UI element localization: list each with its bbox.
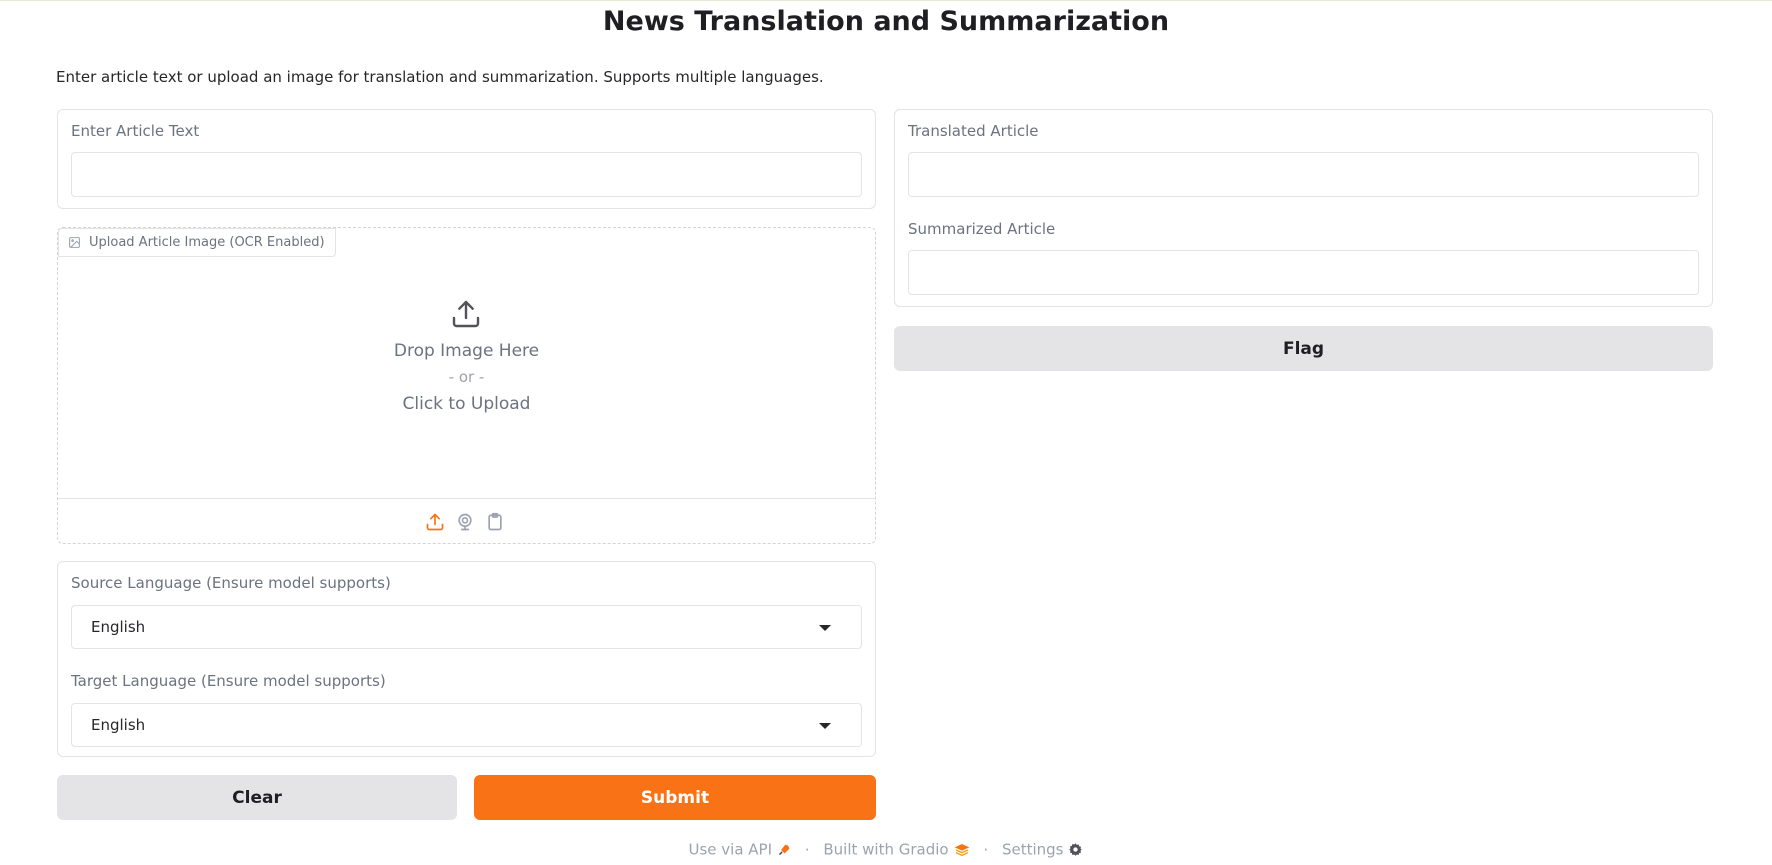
target-language-value: English bbox=[91, 716, 146, 734]
page-title: News Translation and Summarization bbox=[602, 6, 1170, 37]
target-language-select[interactable]: English bbox=[71, 703, 862, 747]
footer-separator: · bbox=[804, 840, 810, 859]
image-upload-panel: Upload Article Image (OCR Enabled) Drop … bbox=[57, 227, 876, 544]
summarized-article-label: Summarized Article bbox=[908, 220, 1056, 238]
use-via-api-link[interactable]: Use via API bbox=[688, 840, 796, 859]
drop-or-text: - or - bbox=[448, 368, 485, 386]
upload-icon[interactable] bbox=[425, 512, 445, 532]
click-to-upload-text: Click to Upload bbox=[402, 394, 531, 414]
settings-label: Settings bbox=[1001, 840, 1064, 859]
use-via-api-label: Use via API bbox=[688, 840, 773, 859]
chevron-down-icon bbox=[819, 723, 831, 729]
gear-icon bbox=[1069, 843, 1083, 856]
article-text-label: Enter Article Text bbox=[71, 122, 200, 140]
summarized-article-output[interactable] bbox=[908, 250, 1699, 295]
article-text-input[interactable] bbox=[71, 152, 862, 197]
footer-separator: · bbox=[983, 840, 989, 859]
webcam-icon[interactable] bbox=[455, 512, 475, 532]
gradio-logo-icon bbox=[954, 843, 969, 856]
image-upload-label-text: Upload Article Image (OCR Enabled) bbox=[89, 235, 325, 250]
language-panel: Source Language (Ensure model supports) … bbox=[57, 561, 876, 757]
clear-button[interactable]: Clear bbox=[57, 775, 457, 820]
footer: Use via API · Built with Gradio · Settin… bbox=[0, 840, 1772, 859]
clipboard-icon[interactable] bbox=[485, 512, 505, 532]
chevron-down-icon bbox=[819, 625, 831, 631]
translated-article-label: Translated Article bbox=[908, 122, 1039, 140]
page-description: Enter article text or upload an image fo… bbox=[56, 68, 824, 86]
built-with-gradio-label: Built with Gradio bbox=[823, 840, 949, 859]
flag-button[interactable]: Flag bbox=[894, 326, 1713, 371]
translated-article-output[interactable] bbox=[908, 152, 1699, 197]
image-icon bbox=[69, 237, 80, 248]
drop-image-text: Drop Image Here bbox=[393, 341, 540, 361]
upload-icon bbox=[452, 300, 480, 328]
image-drop-zone[interactable]: Drop Image Here - or - Click to Upload bbox=[58, 258, 875, 498]
upload-source-toolbar bbox=[58, 498, 875, 544]
target-language-label: Target Language (Ensure model supports) bbox=[71, 672, 386, 690]
image-upload-label: Upload Article Image (OCR Enabled) bbox=[58, 228, 336, 257]
settings-link[interactable]: Settings bbox=[1001, 840, 1084, 859]
output-panel: Translated Article Summarized Article bbox=[894, 109, 1713, 307]
article-text-panel: Enter Article Text bbox=[57, 109, 876, 209]
built-with-gradio-link[interactable]: Built with Gradio bbox=[823, 840, 974, 859]
rocket-icon bbox=[779, 844, 790, 855]
source-language-value: English bbox=[91, 618, 146, 636]
source-language-label: Source Language (Ensure model supports) bbox=[71, 574, 391, 592]
submit-button[interactable]: Submit bbox=[474, 775, 876, 820]
source-language-select[interactable]: English bbox=[71, 605, 862, 649]
